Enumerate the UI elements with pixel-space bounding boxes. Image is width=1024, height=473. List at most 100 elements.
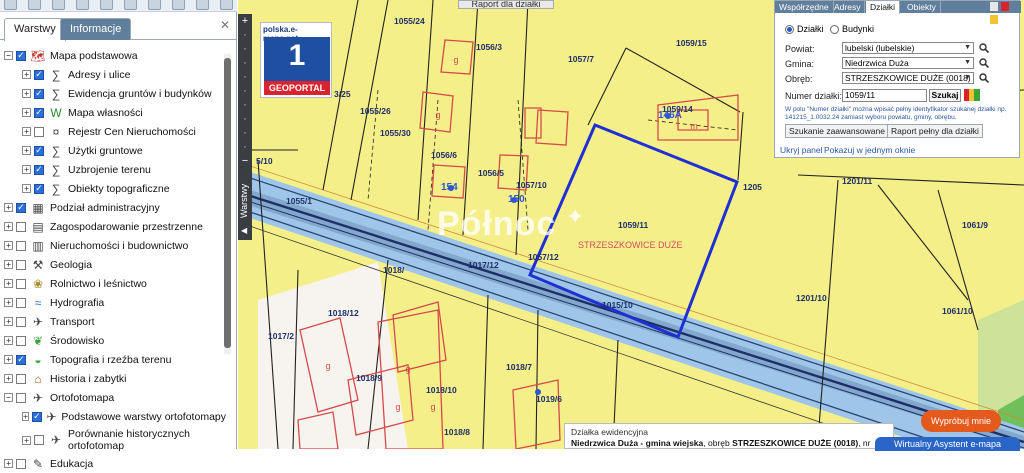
- toolbar-back-icon[interactable]: [196, 0, 209, 10]
- report-parcel-button[interactable]: Raport dla działki: [458, 0, 554, 9]
- expand-toggle-icon[interactable]: +: [4, 374, 13, 383]
- layer-scrollbar-thumb[interactable]: [224, 58, 231, 348]
- geoportal-logo[interactable]: polska.e-mapa.net 1 GEOPORTAL: [260, 22, 332, 98]
- zoom-level-tick[interactable]: ·: [238, 42, 252, 56]
- minimize-icon[interactable]: [990, 2, 998, 11]
- layer-row[interactable]: + ⚒ Geologia: [4, 255, 226, 274]
- zoom-in-button[interactable]: +: [238, 14, 252, 28]
- layer-checkbox[interactable]: [16, 392, 26, 403]
- pin-icon[interactable]: [990, 15, 998, 24]
- search-icon[interactable]: [979, 43, 989, 53]
- close-panel-icon[interactable]: ✕: [220, 18, 230, 32]
- layer-row[interactable]: + ✈ Porównanie historycznych ortofotomap: [4, 426, 226, 454]
- zoom-level-tick[interactable]: ·: [238, 98, 252, 112]
- layer-row[interactable]: + ⌂ Historia i zabytki: [4, 369, 226, 388]
- layer-checkbox[interactable]: [16, 278, 26, 289]
- tab-warstwy[interactable]: Warstwy: [4, 18, 66, 41]
- layer-row[interactable]: + ❀ Rolnictwo i leśnictwo: [4, 274, 226, 293]
- powiat-select[interactable]: lubelski (lubelskie) ▼: [842, 42, 974, 54]
- expand-toggle-icon[interactable]: +: [4, 336, 13, 345]
- layer-row[interactable]: + ✓ ◒ Topografia i rzeźba terenu: [4, 350, 226, 369]
- expand-toggle-icon[interactable]: +: [4, 298, 13, 307]
- zoom-level-tick[interactable]: ·: [238, 126, 252, 140]
- layer-checkbox[interactable]: ✓: [34, 88, 44, 99]
- zoom-out-button[interactable]: −: [238, 154, 252, 168]
- layer-checkbox[interactable]: [16, 373, 26, 384]
- layer-checkbox[interactable]: ✓: [16, 50, 26, 61]
- toolbar-zoom-box-icon[interactable]: [124, 0, 137, 10]
- layer-row[interactable]: + ▥ Nieruchomości i budownictwo: [4, 236, 226, 255]
- tab-adresy[interactable]: Adresy: [830, 1, 866, 13]
- layer-row[interactable]: + ✓ ∑ Obiekty topograficzne: [4, 179, 226, 198]
- layer-checkbox[interactable]: [16, 458, 26, 469]
- layer-checkbox[interactable]: ✓: [34, 107, 44, 118]
- expand-toggle-icon[interactable]: +: [22, 108, 31, 117]
- layer-row[interactable]: + ❦ Środowisko: [4, 331, 226, 350]
- toolbar-info-icon[interactable]: [148, 0, 161, 10]
- expand-toggle-icon[interactable]: +: [22, 435, 31, 445]
- expand-toggle-icon[interactable]: +: [22, 184, 31, 193]
- layer-row[interactable]: − ✓ 🗺 Mapa podstawowa: [4, 46, 226, 65]
- layer-row[interactable]: + ▤ Zagospodarowanie przestrzenne: [4, 217, 226, 236]
- layer-row[interactable]: + ✓ ∑ Adresy i ulice: [4, 65, 226, 84]
- zoom-level-tick[interactable]: ·: [238, 112, 252, 126]
- try-me-button[interactable]: Wypróbuj mnie: [921, 410, 1001, 432]
- advanced-search-button[interactable]: Szukanie zaawansowane: [785, 124, 889, 138]
- layer-checkbox[interactable]: ✓: [34, 183, 44, 194]
- expand-toggle-icon[interactable]: −: [4, 51, 13, 60]
- flag-icons[interactable]: [964, 89, 980, 101]
- expand-toggle-icon[interactable]: +: [4, 317, 13, 326]
- layer-checkbox[interactable]: [16, 335, 26, 346]
- layer-row[interactable]: + ¤ Rejestr Cen Nieruchomości: [4, 122, 226, 141]
- expand-toggle-icon[interactable]: +: [4, 222, 13, 231]
- expand-toggle-icon[interactable]: +: [4, 203, 13, 212]
- layer-checkbox[interactable]: ✓: [16, 354, 26, 365]
- tab-dzialki[interactable]: Działki: [866, 1, 901, 14]
- layer-checkbox[interactable]: [34, 126, 44, 137]
- search-button[interactable]: Szukaj: [929, 89, 961, 102]
- tab-informacje[interactable]: Informacje: [60, 18, 132, 40]
- layer-checkbox[interactable]: [16, 240, 26, 251]
- radio-dzialki[interactable]: Działki: [785, 24, 824, 34]
- search-icon[interactable]: [979, 58, 989, 68]
- layer-checkbox[interactable]: ✓: [34, 69, 44, 80]
- parcel-number-input[interactable]: 1059/11: [842, 89, 927, 102]
- layer-checkbox[interactable]: [16, 221, 26, 232]
- expand-toggle-icon[interactable]: +: [22, 70, 31, 79]
- layers-panel-toggle[interactable]: ◀ Warstwy: [238, 182, 252, 240]
- layer-checkbox[interactable]: ✓: [34, 145, 44, 156]
- toolbar-forward-icon[interactable]: [220, 0, 233, 10]
- layer-row[interactable]: + ✓ W Mapa własności: [4, 103, 226, 122]
- expand-toggle-icon[interactable]: +: [4, 279, 13, 288]
- expand-toggle-icon[interactable]: +: [4, 355, 13, 364]
- expand-toggle-icon[interactable]: −: [4, 393, 13, 402]
- layer-checkbox[interactable]: [16, 316, 26, 327]
- expand-toggle-icon[interactable]: +: [22, 146, 31, 155]
- layer-row[interactable]: + ✓ ▦ Podział administracyjny: [4, 198, 226, 217]
- layer-row[interactable]: + ✓ ✈ Podstawowe warstwy ortofotomapy: [4, 407, 226, 426]
- toolbar-zoom-out-icon[interactable]: [100, 0, 113, 10]
- toolbar-pan-icon[interactable]: [172, 0, 185, 10]
- single-window-link[interactable]: Pokazuj w jednym oknie: [824, 145, 915, 155]
- expand-toggle-icon[interactable]: +: [22, 412, 30, 421]
- layer-row[interactable]: + ≈ Hydrografia: [4, 293, 226, 312]
- radio-budynki[interactable]: Budynki: [830, 24, 874, 34]
- layer-row[interactable]: + ✈ Transport: [4, 312, 226, 331]
- layer-checkbox[interactable]: ✓: [16, 202, 26, 213]
- toolbar-tool-icon[interactable]: [52, 0, 65, 10]
- tab-wspolrzedne[interactable]: Współrzędne: [775, 1, 834, 13]
- expand-toggle-icon[interactable]: +: [4, 260, 13, 269]
- full-report-button[interactable]: Raport pełny dla działki: [887, 124, 983, 138]
- expand-toggle-icon[interactable]: +: [22, 165, 31, 174]
- gmina-select[interactable]: Niedrzwica Duża ▼: [842, 57, 974, 69]
- layer-checkbox[interactable]: [16, 297, 26, 308]
- layer-row[interactable]: − ✈ Ortofotomapa: [4, 388, 226, 407]
- expand-toggle-icon[interactable]: +: [4, 459, 13, 468]
- close-icon[interactable]: [1001, 2, 1010, 11]
- zoom-level-tick[interactable]: ·: [238, 140, 252, 154]
- expand-toggle-icon[interactable]: +: [22, 127, 31, 136]
- toolbar-zoom-in-icon[interactable]: [76, 0, 89, 10]
- layer-row[interactable]: + ✓ ∑ Ewidencja gruntów i budynków: [4, 84, 226, 103]
- toolbar-home-icon[interactable]: [4, 0, 17, 10]
- obreb-select[interactable]: STRZESZKOWICE DUŻE (0018) ▼: [842, 72, 974, 84]
